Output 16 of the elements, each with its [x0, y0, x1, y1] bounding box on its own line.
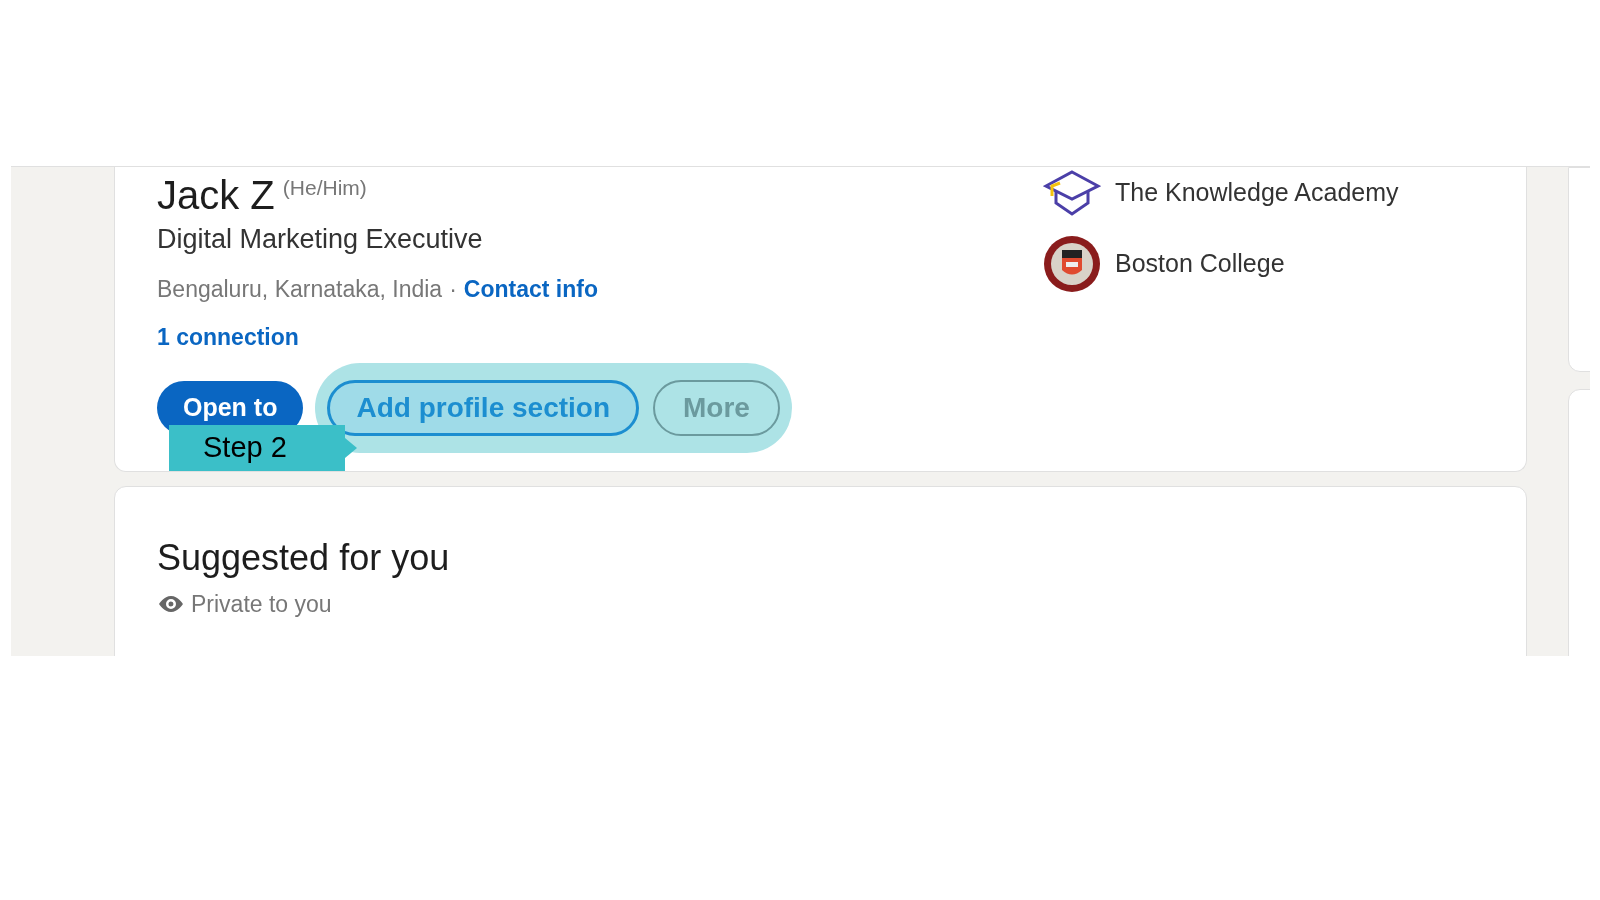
- privacy-note: Private to you: [191, 590, 332, 619]
- section-title: Suggested for you: [157, 536, 451, 580]
- contact-info-link[interactable]: Contact info: [463, 271, 598, 306]
- school-name[interactable]: The Knowledge Academy: [1115, 174, 1399, 212]
- graduation-cap-icon: [1043, 169, 1101, 217]
- step-tooltip: Step 2: [169, 425, 345, 471]
- profile-name: Jack Z: [157, 172, 275, 219]
- school-name[interactable]: Boston College: [1115, 245, 1285, 283]
- tooltip-pointer: [345, 438, 357, 458]
- connections-link[interactable]: 1 connection: [157, 320, 792, 355]
- college-seal-icon: [1043, 235, 1101, 293]
- pronouns: (He/Him): [282, 175, 367, 201]
- location: Bengaluru, Karnataka, India: [157, 274, 443, 304]
- eye-icon: [157, 595, 185, 614]
- separator: ·: [449, 274, 457, 304]
- headline: Digital Marketing Executive: [157, 223, 484, 256]
